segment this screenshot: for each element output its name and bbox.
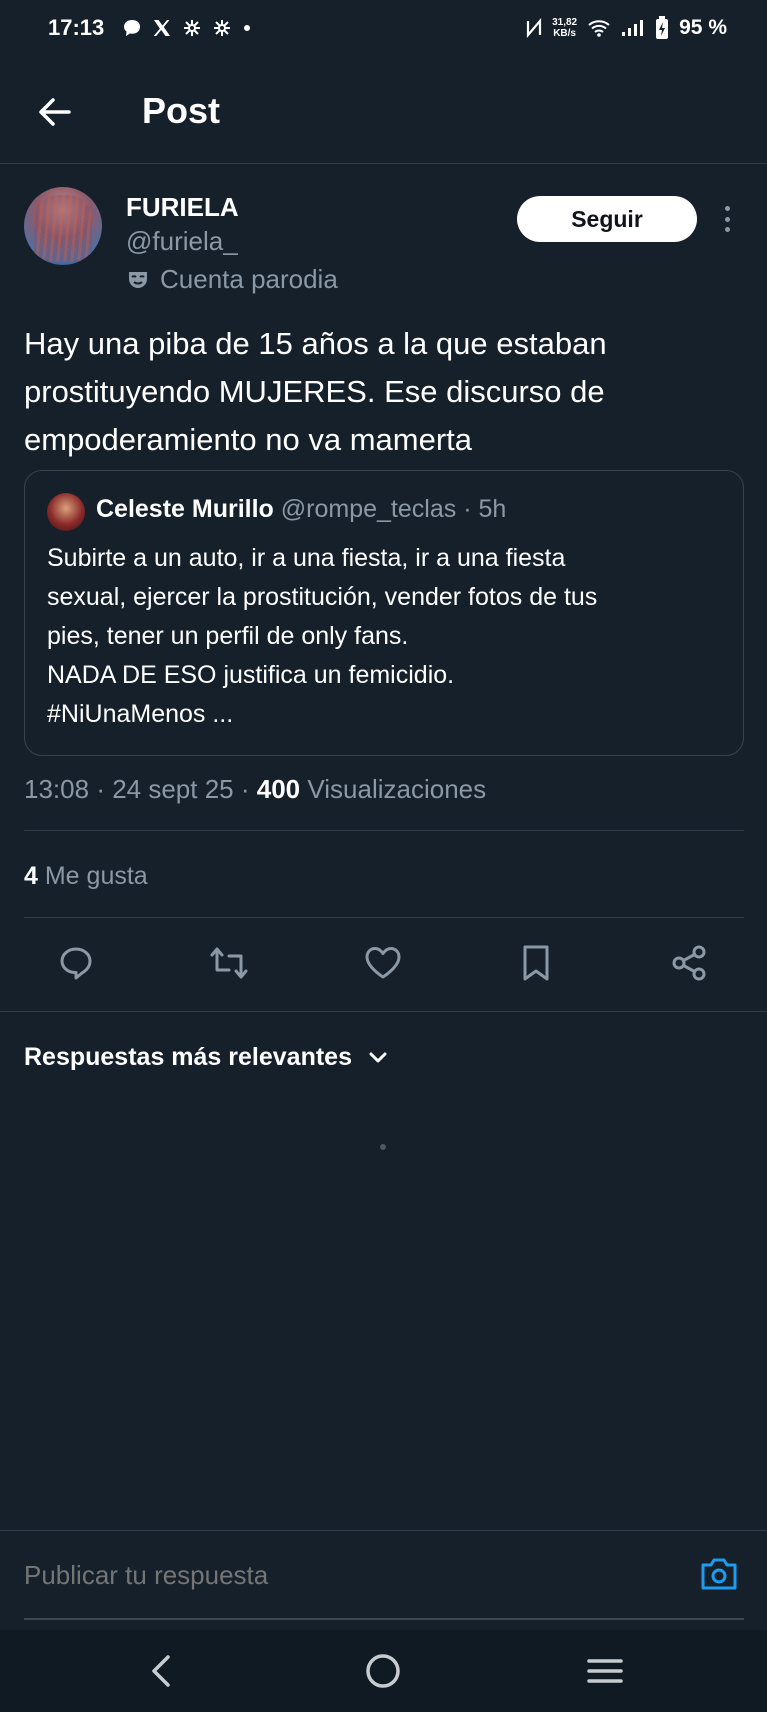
reply-bar	[0, 1530, 767, 1630]
reply-button[interactable]	[48, 935, 104, 991]
quoted-text-line: sexual, ejercer la prostitución, vender …	[47, 583, 598, 611]
network-speed-value: 31,82	[552, 17, 578, 28]
replies-sort-dropdown[interactable]: Respuestas más relevantes	[24, 1043, 388, 1072]
more-dot-icon	[724, 206, 730, 211]
post-time: 13:08	[24, 774, 90, 804]
likes-label: Me gusta	[44, 862, 148, 890]
threads-icon	[214, 20, 231, 36]
dot-icon	[244, 25, 251, 31]
author-handle[interactable]: @furiela_	[126, 226, 238, 257]
reply-input-underline	[24, 1618, 744, 1620]
back-button[interactable]	[34, 92, 74, 132]
threads-icon	[184, 20, 201, 36]
network-speed-unit: KB/s	[553, 28, 576, 39]
battery-percent: 95 %	[679, 16, 727, 39]
quoted-post-text: Subirte a un auto, ir a una fiesta, ir a…	[47, 539, 727, 734]
quoted-text-line: pies, tener un perfil de only fans.	[47, 622, 409, 650]
quoted-text-line: NADA DE ESO justifica un femicidio.	[47, 661, 455, 689]
quoted-post[interactable]: Celeste Murillo @rompe_teclas · 5h Subir…	[24, 470, 744, 756]
quoted-post-header: Celeste Murillo @rompe_teclas · 5h	[96, 495, 506, 524]
quoted-text-line: Subirte a un auto, ir a una fiesta, ir a…	[47, 544, 566, 572]
share-icon	[672, 945, 706, 981]
quoted-author-avatar	[47, 493, 85, 531]
parody-label-text: Cuenta parodia	[160, 264, 338, 294]
camera-icon	[701, 1558, 737, 1590]
network-speed: 31,82 KB/s	[552, 17, 577, 39]
repost-button[interactable]	[201, 935, 257, 991]
author-name[interactable]: FURIELA	[126, 192, 239, 223]
likes-summary[interactable]: 4 Me gusta	[24, 862, 148, 891]
divider	[0, 1011, 767, 1012]
page-title: Post	[142, 90, 221, 131]
system-nav-bar	[0, 1630, 767, 1712]
views-count: 400	[256, 774, 301, 804]
reply-icon	[60, 947, 92, 980]
chevron-down-icon	[369, 1052, 387, 1062]
meta-separator: ·	[240, 774, 257, 804]
share-button[interactable]	[661, 935, 717, 991]
reply-input[interactable]	[24, 1560, 624, 1591]
more-dot-icon	[724, 216, 730, 222]
nav-recents-icon	[587, 1659, 623, 1683]
battery-charging-icon	[656, 16, 669, 39]
post-actions	[0, 935, 767, 995]
camera-button[interactable]	[697, 1552, 741, 1596]
quoted-post-time: · 5h	[463, 495, 507, 523]
heart-icon	[365, 947, 401, 979]
likes-count: 4	[24, 862, 38, 890]
loading-indicator	[380, 1144, 386, 1150]
wifi-icon	[588, 20, 610, 37]
quoted-author-name: Celeste Murillo	[96, 495, 274, 523]
meta-separator: ·	[96, 774, 113, 804]
nfc-icon	[526, 18, 542, 38]
nav-home-button[interactable]	[358, 1646, 408, 1696]
status-left: 17:13	[48, 15, 252, 41]
x-logo-icon	[153, 20, 171, 36]
arrow-left-icon	[39, 98, 71, 126]
divider	[24, 830, 744, 831]
parody-account-label: Cuenta parodia	[126, 264, 338, 295]
top-header: Post	[0, 72, 767, 164]
author-avatar[interactable]	[24, 187, 102, 265]
nav-recents-button[interactable]	[580, 1646, 630, 1696]
status-bar: 17:13 31,82 KB/s 95 %	[0, 0, 767, 56]
notification-icons	[122, 18, 252, 38]
mask-icon	[129, 271, 147, 288]
bookmark-button[interactable]	[508, 935, 564, 991]
views-label: Visualizaciones	[307, 774, 487, 804]
bookmark-icon	[523, 945, 549, 981]
post-meta: 13:08 · 24 sept 25 · 400 Visualizaciones	[24, 774, 486, 805]
nav-back-button[interactable]	[136, 1646, 186, 1696]
more-options-button[interactable]	[716, 204, 738, 234]
chat-bubble-icon	[124, 20, 141, 36]
nav-back-icon	[152, 1655, 170, 1687]
quoted-text-line: #NiUnaMenos ...	[47, 700, 234, 728]
signal-icon	[622, 20, 644, 36]
post-date: 24 sept 25	[112, 774, 234, 804]
post-text: Hay una piba de 15 años a la que estaban…	[24, 326, 607, 457]
divider	[24, 917, 744, 918]
nav-home-icon	[366, 1654, 400, 1688]
more-dot-icon	[724, 227, 730, 232]
replies-sort-label: Respuestas más relevantes	[24, 1043, 352, 1071]
status-right: 31,82 KB/s 95 %	[526, 16, 727, 40]
quoted-author-handle: @rompe_teclas	[280, 495, 457, 523]
follow-button[interactable]: Seguir	[517, 196, 697, 242]
like-button[interactable]	[355, 935, 411, 991]
status-time: 17:13	[48, 15, 105, 40]
repost-icon	[210, 947, 248, 979]
